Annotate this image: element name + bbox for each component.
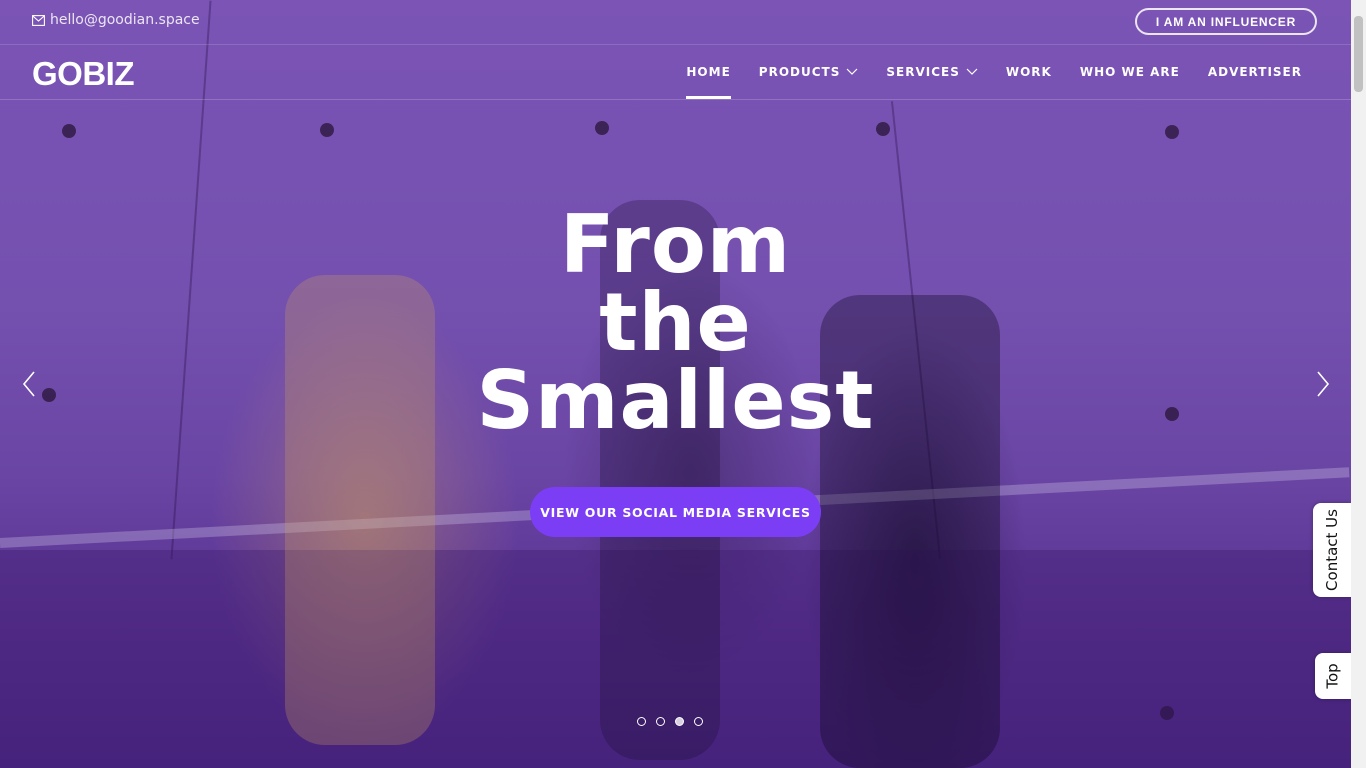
nav-item-home[interactable]: HOME bbox=[672, 45, 744, 99]
main-navbar: GOBIZ HOME PRODUCTS SERVICES WORK WHO WE… bbox=[0, 45, 1351, 100]
slider-pagination bbox=[637, 717, 703, 726]
slider-dot[interactable] bbox=[637, 717, 646, 726]
slider-dot[interactable] bbox=[656, 717, 665, 726]
nav-item-advertiser[interactable]: ADVERTISER bbox=[1194, 45, 1316, 99]
headline-line: From bbox=[559, 198, 792, 291]
headline-line: Smallest bbox=[476, 354, 875, 447]
nav-item-label: SERVICES bbox=[886, 65, 960, 79]
nav-item-label: WORK bbox=[1005, 65, 1052, 79]
chevron-right-icon bbox=[1317, 371, 1330, 397]
page: hello@goodian.space I AM AN INFLUENCER G… bbox=[0, 0, 1351, 768]
chevron-down-icon bbox=[966, 68, 978, 75]
slider-dot-active[interactable] bbox=[675, 717, 684, 726]
nav-item-products[interactable]: PRODUCTS bbox=[745, 45, 873, 99]
envelope-icon bbox=[32, 14, 45, 26]
page-scrollbar[interactable] bbox=[1351, 0, 1366, 768]
top-bar: hello@goodian.space I AM AN INFLUENCER bbox=[0, 0, 1351, 45]
chevron-down-icon bbox=[846, 68, 858, 75]
contact-us-label: Contact Us bbox=[1323, 509, 1342, 591]
slider-dot[interactable] bbox=[694, 717, 703, 726]
logo[interactable]: GOBIZ bbox=[32, 55, 135, 93]
influencer-button[interactable]: I AM AN INFLUENCER bbox=[1135, 8, 1317, 35]
social-media-services-button[interactable]: VIEW OUR SOCIAL MEDIA SERVICES bbox=[530, 487, 821, 537]
top-label: Top bbox=[1324, 663, 1342, 689]
nav-item-label: HOME bbox=[686, 65, 731, 79]
nav-item-label: PRODUCTS bbox=[758, 65, 841, 79]
headline-line: the bbox=[599, 276, 752, 369]
slider-prev-button[interactable] bbox=[17, 370, 41, 398]
nav-item-label: ADVERTISER bbox=[1207, 65, 1302, 79]
nav-item-services[interactable]: SERVICES bbox=[872, 45, 991, 99]
nav-item-label: WHO WE ARE bbox=[1079, 65, 1180, 79]
contact-us-tab[interactable]: Contact Us bbox=[1313, 503, 1351, 597]
email-text: hello@goodian.space bbox=[50, 12, 200, 28]
email-link[interactable]: hello@goodian.space bbox=[32, 12, 200, 28]
scrollbar-thumb[interactable] bbox=[1354, 16, 1363, 92]
slider-next-button[interactable] bbox=[1311, 370, 1335, 398]
back-to-top-tab[interactable]: Top bbox=[1315, 653, 1351, 699]
nav-item-who-we-are[interactable]: WHO WE ARE bbox=[1066, 45, 1194, 99]
nav-item-work[interactable]: WORK bbox=[992, 45, 1066, 99]
main-nav: HOME PRODUCTS SERVICES WORK WHO WE ARE A… bbox=[672, 45, 1316, 99]
hero-headline: From the Smallest bbox=[0, 198, 1351, 447]
chevron-left-icon bbox=[22, 371, 35, 397]
